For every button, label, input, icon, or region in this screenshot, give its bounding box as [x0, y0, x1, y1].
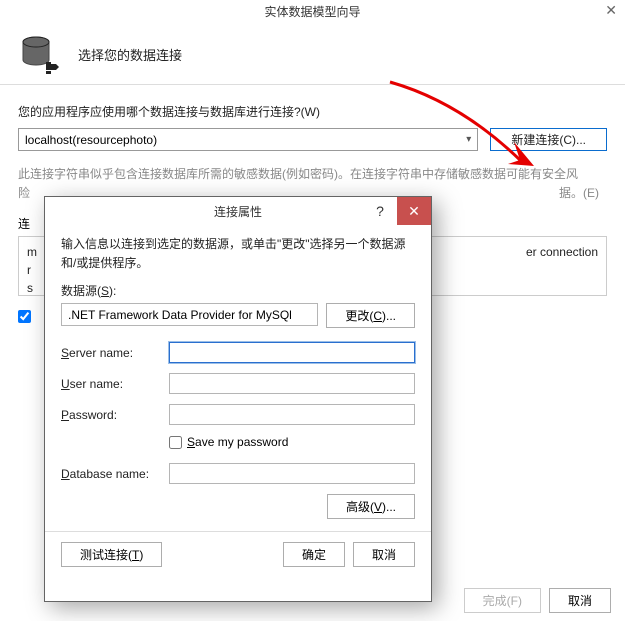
advanced-button[interactable]: 高级(V)...: [327, 494, 415, 519]
wizard-header: 选择您的数据连接: [0, 22, 625, 85]
dialog-cancel-button[interactable]: 取消: [353, 542, 415, 567]
database-name-input[interactable]: [169, 463, 415, 484]
user-name-label: User name:: [61, 377, 169, 391]
datasource-input: .NET Framework Data Provider for MySQl: [61, 303, 318, 326]
window-title: 实体数据模型向导: [264, 3, 360, 20]
server-name-input[interactable]: [169, 342, 415, 363]
help-button[interactable]: ?: [363, 197, 397, 225]
dialog-titlebar: 连接属性 ? ✕: [45, 197, 431, 225]
window-titlebar: 实体数据模型向导 ✕: [0, 0, 625, 22]
close-icon[interactable]: ✕: [605, 2, 617, 19]
user-name-input[interactable]: [169, 373, 415, 394]
dialog-title: 连接属性: [214, 203, 262, 220]
change-button[interactable]: 更改(C)...: [326, 303, 415, 328]
database-icon: [18, 32, 62, 76]
connection-combo[interactable]: localhost(resourcephoto) ▾: [18, 128, 478, 151]
connection-properties-dialog: 连接属性 ? ✕ 输入信息以连接到选定的数据源，或单击"更改"选择另一个数据源和…: [44, 196, 432, 602]
connection-question-label: 您的应用程序应使用哪个数据连接与数据库进行连接?(W): [18, 103, 607, 120]
new-connection-button[interactable]: 新建连接(C)...: [490, 128, 607, 151]
database-name-label: Database name:: [61, 467, 169, 481]
dialog-instruction: 输入信息以连接到选定的数据源，或单击"更改"选择另一个数据源和/或提供程序。: [61, 235, 415, 272]
password-input[interactable]: [169, 404, 415, 425]
header-title: 选择您的数据连接: [78, 45, 182, 64]
cancel-button[interactable]: 取消: [549, 588, 611, 613]
save-password-checkbox[interactable]: [169, 436, 182, 449]
password-label: Password:: [61, 408, 169, 422]
chevron-down-icon: ▾: [466, 134, 471, 145]
save-checkbox[interactable]: [18, 310, 31, 323]
test-connection-button[interactable]: 测试连接(T): [61, 542, 162, 567]
save-password-label: Save my password: [187, 435, 288, 449]
finish-button: 完成(F): [464, 588, 541, 613]
close-button[interactable]: ✕: [397, 197, 431, 225]
ok-button[interactable]: 确定: [283, 542, 345, 567]
datasource-label: 数据源(S):: [61, 282, 415, 299]
server-name-label: Server name:: [61, 346, 169, 360]
combo-value: localhost(resourcephoto): [25, 133, 157, 147]
